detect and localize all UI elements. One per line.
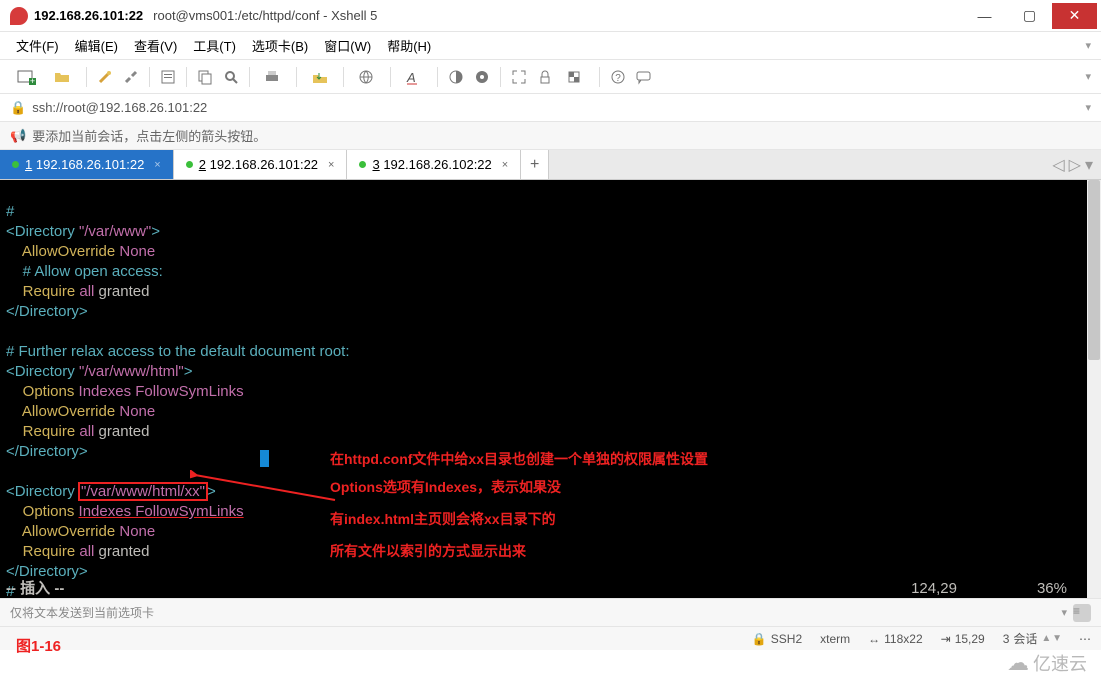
lock-icon: 🔒 xyxy=(10,100,26,116)
new-session-button[interactable]: + xyxy=(10,65,44,89)
close-button[interactable]: ✕ xyxy=(1052,3,1097,29)
annotation-1: 在httpd.conf文件中给xx目录也创建一个单独的权限属性设置 xyxy=(330,450,708,469)
hint-bar: 📢 要添加当前会话，点击左侧的箭头按钮。 xyxy=(0,122,1101,150)
annotation-3: 有index.html主页则会将xx目录下的 xyxy=(330,510,556,529)
compose-menu-icon[interactable]: ≡ xyxy=(1073,604,1091,622)
highlight-button[interactable] xyxy=(470,65,494,89)
compose-dd-icon[interactable]: ▾ xyxy=(1061,606,1067,619)
hint-text: 要添加当前会话，点击左侧的箭头按钮。 xyxy=(32,126,266,145)
maximize-button[interactable]: ▢ xyxy=(1007,3,1052,29)
status-dot-icon xyxy=(359,161,366,168)
vim-mode: -- 插入 -- xyxy=(0,579,64,598)
status-dot-icon xyxy=(12,161,19,168)
color-scheme-button[interactable] xyxy=(444,65,468,89)
language-button[interactable] xyxy=(350,65,384,89)
disconnect-button[interactable] xyxy=(119,65,143,89)
toolbar-expand-icon[interactable]: ▾ xyxy=(1085,70,1091,83)
menu-help[interactable]: 帮助(H) xyxy=(381,34,437,57)
fullscreen-button[interactable] xyxy=(507,65,531,89)
main-toolbar: + A ? ▾ xyxy=(0,60,1101,94)
minimize-button[interactable]: — xyxy=(962,3,1007,29)
vim-status-line: -- 插入 -- 124,29 36% xyxy=(0,579,1087,598)
window-titlebar: 192.168.26.101:22 root@vms001:/etc/httpd… xyxy=(0,0,1101,32)
menu-edit[interactable]: 编辑(E) xyxy=(69,34,124,57)
tab-add-button[interactable]: + xyxy=(521,150,549,179)
status-cursor: ⇥ 15,29 xyxy=(941,632,985,646)
help-button[interactable]: ? xyxy=(606,65,630,89)
menu-bar: 文件(F) 编辑(E) 查看(V) 工具(T) 选项卡(B) 窗口(W) 帮助(… xyxy=(0,32,1101,60)
terminal-pane[interactable]: # <Directory "/var/www"> AllowOverride N… xyxy=(0,180,1101,598)
tab-close-icon[interactable]: × xyxy=(154,159,160,171)
tab-close-icon[interactable]: × xyxy=(502,159,508,171)
highlighted-path: "/var/www/html/xx" xyxy=(79,483,207,500)
svg-text:+: + xyxy=(30,76,35,85)
session-tab-2[interactable]: 2 192.168.26.101:22 × xyxy=(174,150,348,179)
vim-cursor-pos: 124,29 xyxy=(911,579,1037,598)
tab-nav-right-icon[interactable]: ▷ xyxy=(1069,155,1081,175)
svg-text:A: A xyxy=(406,70,416,85)
font-button[interactable]: A xyxy=(397,65,431,89)
figure-caption: 图1-16 xyxy=(16,635,61,656)
file-transfer-button[interactable] xyxy=(303,65,337,89)
announce-icon: 📢 xyxy=(10,128,26,144)
compose-input[interactable]: 仅将文本发送到当前选项卡 xyxy=(10,604,1061,621)
session-tab-1[interactable]: 1 192.168.26.101:22 × xyxy=(0,150,174,179)
print-button[interactable] xyxy=(256,65,290,89)
copy-button[interactable] xyxy=(193,65,217,89)
menu-view[interactable]: 查看(V) xyxy=(128,34,183,57)
transparency-button[interactable] xyxy=(559,65,593,89)
find-button[interactable] xyxy=(219,65,243,89)
menu-tabs[interactable]: 选项卡(B) xyxy=(246,34,314,57)
title-ip: 192.168.26.101:22 xyxy=(34,8,143,23)
terminal-cursor xyxy=(260,450,269,467)
status-dot-icon xyxy=(186,161,193,168)
reconnect-button[interactable] xyxy=(93,65,117,89)
menu-file[interactable]: 文件(F) xyxy=(10,34,65,57)
status-sessions: 3 会话 ▲ ▼ xyxy=(1003,630,1061,647)
address-expand-icon[interactable]: ▾ xyxy=(1085,101,1091,114)
status-more-icon[interactable]: ⋯ xyxy=(1079,632,1091,646)
tab-nav-left-icon[interactable]: ◁ xyxy=(1052,155,1064,175)
title-path: root@vms001:/etc/httpd/conf - Xshell 5 xyxy=(153,8,377,23)
tab-nav-dd-icon[interactable]: ▾ xyxy=(1085,155,1093,175)
terminal-scrollbar[interactable] xyxy=(1087,180,1101,598)
chat-button[interactable] xyxy=(632,65,656,89)
session-tab-3[interactable]: 3 192.168.26.102:22 × xyxy=(347,150,521,179)
cloud-icon: ☁ xyxy=(1007,650,1029,676)
status-bar: 🔒 SSH2 xterm ↔ 118x22 ⇥ 15,29 3 会话 ▲ ▼ ⋯ xyxy=(0,626,1101,650)
vim-scroll-pct: 36% xyxy=(1037,579,1087,598)
annotation-arrow-icon xyxy=(190,470,340,510)
address-field[interactable]: ssh://root@192.168.26.101:22 xyxy=(32,100,1079,115)
status-ssh: 🔒 SSH2 xyxy=(752,632,802,646)
annotation-2: Options选项有Indexes，表示如果没 xyxy=(330,478,561,497)
app-logo-icon xyxy=(10,7,28,25)
compose-bar: 仅将文本发送到当前选项卡 ▾ ≡ xyxy=(0,598,1101,626)
session-tabstrip: 1 192.168.26.101:22 × 2 192.168.26.101:2… xyxy=(0,150,1101,180)
status-size: ↔ 118x22 xyxy=(868,632,922,646)
lock-button[interactable] xyxy=(533,65,557,89)
open-session-button[interactable] xyxy=(46,65,80,89)
address-bar: 🔒 ssh://root@192.168.26.101:22 ▾ xyxy=(0,94,1101,122)
menubar-expand-icon[interactable]: ▾ xyxy=(1085,39,1091,52)
annotation-4: 所有文件以索引的方式显示出来 xyxy=(330,542,526,561)
menu-window[interactable]: 窗口(W) xyxy=(318,34,377,57)
svg-text:?: ? xyxy=(615,73,621,84)
status-term: xterm xyxy=(820,632,850,646)
properties-button[interactable] xyxy=(156,65,180,89)
watermark: ☁亿速云 xyxy=(1007,650,1087,676)
tab-close-icon[interactable]: × xyxy=(328,159,334,171)
menu-tools[interactable]: 工具(T) xyxy=(187,34,242,57)
